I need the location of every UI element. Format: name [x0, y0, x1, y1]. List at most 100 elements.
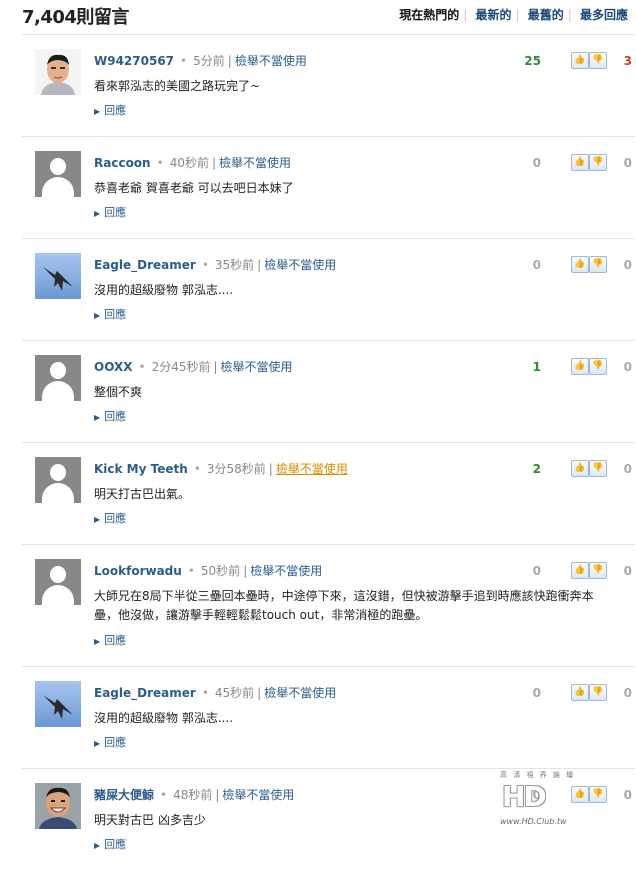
reply-link[interactable]: ▶ 回應 — [94, 102, 126, 118]
thumbs-up-icon[interactable]: 👍 — [571, 154, 589, 171]
sort-most-replies[interactable]: 最多回應 — [580, 6, 628, 23]
smile-avatar[interactable] — [35, 783, 81, 829]
reply-link[interactable]: ▶ 回應 — [94, 204, 126, 220]
divider: | — [243, 564, 248, 578]
sort-divider: | — [463, 8, 468, 22]
thumbs-up-icon[interactable]: 👍 — [571, 256, 589, 273]
sort-divider: | — [567, 8, 572, 22]
thumbs-up-icon[interactable]: 👍 — [571, 52, 589, 69]
comment-item: Eagle_Dreamer • 45秒前 | 檢舉不當使用 沒用的超級廢物 郭泓志...… — [22, 666, 634, 768]
reply-link[interactable]: ▶ 回應 — [94, 306, 126, 322]
separator-dot: • — [180, 54, 188, 68]
eagle-avatar[interactable] — [35, 681, 81, 727]
thumbs-down-icon[interactable]: 👎 — [589, 786, 607, 803]
triangle-right-icon: ▶ — [94, 841, 101, 850]
reply-label: 回應 — [104, 838, 127, 851]
report-link[interactable]: 檢舉不當使用 — [250, 564, 322, 578]
eagle-avatar[interactable] — [35, 253, 81, 299]
separator-dot: • — [138, 360, 146, 374]
separator-dot: • — [160, 788, 168, 802]
comment-text: 整個不爽 — [94, 385, 143, 399]
sort-hot[interactable]: 現在熱門的 — [399, 6, 459, 23]
reply-link[interactable]: ▶ 回應 — [94, 632, 126, 648]
divider: | — [268, 462, 273, 476]
thumbs-up-icon[interactable]: 👍 — [571, 358, 589, 375]
thumbs-down-icon[interactable]: 👎 — [589, 358, 607, 375]
report-link[interactable]: 檢舉不當使用 — [264, 686, 336, 700]
comment-meta: W94270567 • 5分前 | 檢舉不當使用 — [94, 52, 307, 69]
upvote-count: 0 — [532, 686, 541, 700]
report-link[interactable]: 檢舉不當使用 — [276, 462, 348, 476]
reply-label: 回應 — [104, 206, 127, 219]
divider: | — [257, 258, 262, 272]
thumbs-up-icon[interactable]: 👍 — [571, 460, 589, 477]
thumbs-down-icon[interactable]: 👎 — [589, 562, 607, 579]
reply-label: 回應 — [104, 634, 127, 647]
comment-meta: Eagle_Dreamer • 45秒前 | 檢舉不當使用 — [94, 684, 336, 701]
comment-list: W94270567 • 5分前 | 檢舉不當使用 看來郭泓志的美國之路玩完了~ ▶ 回應 … — [22, 34, 634, 870]
username-link[interactable]: OOXX — [94, 360, 132, 374]
downvote-count: 0 — [623, 564, 632, 578]
comment-time: 3分58秒前 — [206, 462, 266, 476]
username-link[interactable]: Lookforwadu — [94, 564, 182, 578]
photo-avatar[interactable] — [35, 49, 81, 95]
comment-meta: 豬屎大便鯨 • 48秒前 | 檢舉不當使用 — [94, 786, 294, 803]
comment-time: 40秒前 — [169, 156, 209, 170]
username-link[interactable]: 豬屎大便鯨 — [94, 788, 154, 802]
thumbs-down-icon[interactable]: 👎 — [589, 52, 607, 69]
default-avatar[interactable] — [35, 559, 81, 605]
reply-link[interactable]: ▶ 回應 — [94, 734, 126, 750]
reply-link[interactable]: ▶ 回應 — [94, 510, 126, 526]
sort-oldest[interactable]: 最舊的 — [528, 6, 564, 23]
report-link[interactable]: 檢舉不當使用 — [222, 788, 294, 802]
comment-item: OOXX • 2分45秒前 | 檢舉不當使用 整個不爽 ▶ 回應 1 👍 👎 0 — [22, 340, 634, 442]
thumbs-up-icon[interactable]: 👍 — [571, 684, 589, 701]
report-link[interactable]: 檢舉不當使用 — [264, 258, 336, 272]
comment-text: 恭喜老爺 賀喜老爺 可以去吧日本妹了 — [94, 181, 294, 195]
downvote-count: 0 — [623, 788, 632, 802]
username-link[interactable]: Raccoon — [94, 156, 151, 170]
comment-meta: Eagle_Dreamer • 35秒前 | 檢舉不當使用 — [94, 256, 336, 273]
username-link[interactable]: Eagle_Dreamer — [94, 258, 196, 272]
username-link[interactable]: Kick My Teeth — [94, 462, 188, 476]
watermark-logo: HD — [502, 780, 547, 813]
reply-link[interactable]: ▶ 回應 — [94, 836, 126, 852]
report-link[interactable]: 檢舉不當使用 — [235, 54, 307, 68]
username-link[interactable]: Eagle_Dreamer — [94, 686, 196, 700]
comment-text: 沒用的超級廢物 郭泓志.... — [94, 711, 234, 725]
thumbs-down-icon[interactable]: 👎 — [589, 154, 607, 171]
comment-meta: Raccoon • 40秒前 | 檢舉不當使用 — [94, 154, 291, 171]
upvote-count: 0 — [532, 258, 541, 272]
default-avatar[interactable] — [35, 457, 81, 503]
divider: | — [215, 788, 220, 802]
sort-newest[interactable]: 最新的 — [475, 6, 511, 23]
downvote-count: 0 — [623, 686, 632, 700]
thumbs-down-icon[interactable]: 👎 — [589, 460, 607, 477]
username-link[interactable]: W94270567 — [94, 54, 174, 68]
downvote-count: 0 — [623, 462, 632, 476]
reply-label: 回應 — [104, 104, 127, 117]
upvote-count: 0 — [532, 156, 541, 170]
thumbs-down-icon[interactable]: 👎 — [589, 684, 607, 701]
sort-divider: | — [515, 8, 520, 22]
thumbs-up-icon[interactable]: 👍 — [571, 562, 589, 579]
comment-time: 5分前 — [193, 54, 225, 68]
default-avatar[interactable] — [35, 355, 81, 401]
separator-dot: • — [201, 258, 209, 272]
triangle-right-icon: ▶ — [94, 413, 101, 422]
upvote-count: 1 — [532, 360, 541, 374]
default-avatar[interactable] — [35, 151, 81, 197]
report-link[interactable]: 檢舉不當使用 — [219, 156, 291, 170]
triangle-right-icon: ▶ — [94, 515, 101, 524]
comment-time: 50秒前 — [200, 564, 241, 578]
comment-text: 大師兄在8局下半從三壘回本壘時，中途停下來，這沒錯，但快被游擊手追到時應該快跑衝… — [94, 589, 594, 622]
comment-time: 2分45秒前 — [151, 360, 211, 374]
comment-item: Lookforwadu • 50秒前 | 檢舉不當使用 大師兄在8局下半從三壘回本壘時，… — [22, 544, 634, 666]
reply-link[interactable]: ▶ 回應 — [94, 408, 126, 424]
thumbs-down-icon[interactable]: 👎 — [589, 256, 607, 273]
hdclub-watermark: 高 清 視 界 論 壇 HD www.HD.Club.tw — [500, 770, 590, 832]
comment-item: W94270567 • 5分前 | 檢舉不當使用 看來郭泓志的美國之路玩完了~ ▶ 回應 … — [22, 34, 634, 136]
triangle-right-icon: ▶ — [94, 637, 101, 646]
comment-time: 35秒前 — [214, 258, 255, 272]
report-link[interactable]: 檢舉不當使用 — [221, 360, 293, 374]
